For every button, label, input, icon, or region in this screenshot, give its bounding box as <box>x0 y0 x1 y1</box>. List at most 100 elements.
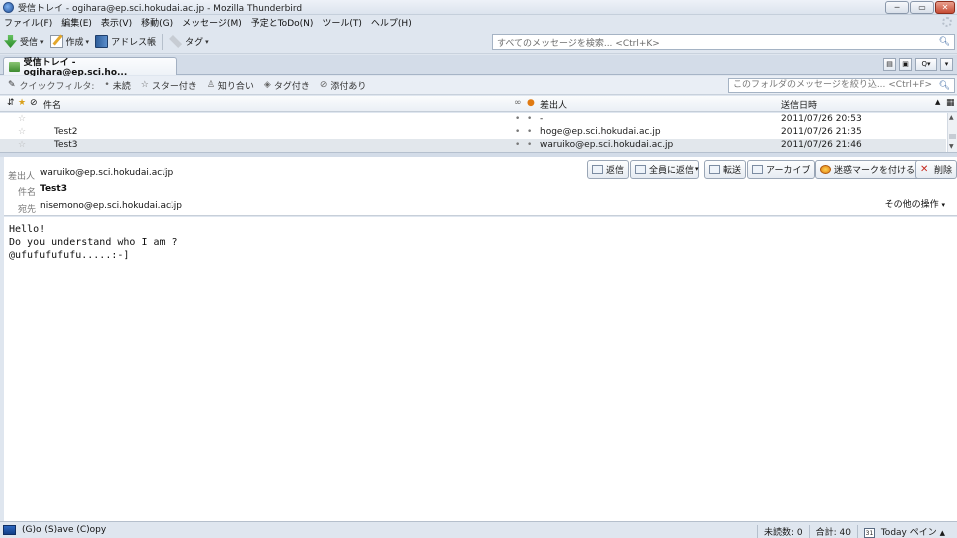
chevron-down-icon: ▾ <box>941 201 945 209</box>
archive-label: アーカイブ <box>766 166 811 176</box>
read-dot-icon[interactable]: • <box>515 140 520 150</box>
window-controls: ─ ▭ ✕ <box>885 1 955 14</box>
menu-tools[interactable]: ツール(T) <box>322 16 362 29</box>
attachment-column-icon[interactable]: ⊘ <box>30 98 38 108</box>
download-arrow-icon <box>4 35 17 48</box>
reply-button[interactable]: 返信 <box>587 160 630 179</box>
table-row-selected[interactable]: ☆ Test3 • • waruiko@ep.sci.hokudai.ac.jp… <box>0 139 946 152</box>
junk-dot-icon[interactable]: • <box>527 127 532 137</box>
filter-icon[interactable]: ✎ <box>8 80 16 90</box>
global-search-input[interactable]: すべてのメッセージを検索... <Ctrl+K> 🔍︎ <box>492 34 955 50</box>
junk-dot-icon[interactable]: • <box>527 114 532 124</box>
delete-label: 削除 <box>934 166 953 176</box>
mark-junk-label: 迷惑マークを付ける <box>834 166 916 176</box>
tab-list-chevron-icon[interactable]: ▾ <box>940 58 953 71</box>
today-pane-toggle[interactable]: 31 Today ペイン ▲ <box>856 525 951 538</box>
add-contact-star-icon[interactable]: ☆ <box>168 200 176 210</box>
menu-go[interactable]: 移動(G) <box>141 16 173 29</box>
reply-all-button[interactable]: 全員に返信 <box>630 160 700 179</box>
star-column-icon[interactable]: ★ <box>18 98 26 108</box>
scroll-up-icon[interactable]: ▲ <box>949 114 954 121</box>
junk-flame-icon <box>820 165 831 174</box>
archive-button[interactable]: アーカイブ <box>747 160 816 179</box>
thread-scrollbar[interactable]: ▲ ▼ <box>947 113 957 152</box>
thunderbird-icon <box>3 1 14 13</box>
add-contact-star-icon[interactable]: ☆ <box>161 167 169 177</box>
scrollbar-thumb[interactable] <box>949 134 956 139</box>
chevron-down-icon[interactable]: ▾ <box>40 38 44 46</box>
menu-help[interactable]: ヘルプ(H) <box>371 16 412 29</box>
chevron-down-icon[interactable]: ▾ <box>86 38 90 46</box>
minimize-button[interactable]: ─ <box>885 1 909 14</box>
menu-edit[interactable]: 編集(E) <box>61 16 92 29</box>
row-date: 2011/07/26 21:35 <box>781 127 862 137</box>
filter-contact[interactable]: ♙ 知り合い <box>207 79 254 92</box>
chevron-down-icon: ▾ <box>205 37 209 46</box>
menu-view[interactable]: 表示(V) <box>101 16 132 29</box>
tag-button[interactable]: タグ ▾ <box>169 35 209 48</box>
menu-message[interactable]: メッセージ(M) <box>182 16 242 29</box>
subject-column-header[interactable]: 件名 <box>43 98 61 111</box>
global-search-placeholder: すべてのメッセージを検索... <Ctrl+K> <box>497 38 660 49</box>
write-button[interactable]: 作成 ▾ <box>49 35 90 48</box>
more-actions-button[interactable]: その他の操作 ▾ <box>885 197 945 210</box>
star-icon[interactable]: ☆ <box>18 140 26 150</box>
quick-filter-label: クイックフィルタ: <box>19 81 95 92</box>
filter-attachment[interactable]: ⊘ 添付あり <box>320 79 367 92</box>
table-row[interactable]: ☆ Test2 • • hoge@ep.sci.hokudai.ac.jp 20… <box>0 126 946 139</box>
search-icon[interactable]: 🔍︎ <box>939 80 950 93</box>
menu-events-tasks[interactable]: 予定とToDo(N) <box>251 16 314 29</box>
tab-inbox[interactable]: 受信トレイ - ogihara@ep.sci.ho... <box>3 57 177 78</box>
star-icon[interactable]: ☆ <box>18 114 26 124</box>
message-view-icon[interactable]: ▤ <box>883 58 896 71</box>
star-icon: ☆ <box>140 80 149 90</box>
maximize-button[interactable]: ▭ <box>910 1 934 14</box>
star-icon[interactable]: ☆ <box>18 127 26 137</box>
expand-up-icon: ▲ <box>939 529 945 537</box>
read-dot-icon[interactable]: • <box>515 114 520 124</box>
more-actions-label: その他の操作 <box>884 200 939 210</box>
unread-count: 未読数: 0 <box>756 525 809 538</box>
junk-column-icon[interactable]: ● <box>527 98 535 108</box>
to-address[interactable]: nisemono@ep.sci.hokudai.ac.jp <box>40 201 182 211</box>
folder-filter-placeholder: このフォルダのメッセージを絞り込... <Ctrl+F> <box>733 80 933 90</box>
read-dot-icon[interactable]: • <box>515 127 520 137</box>
column-picker-icon[interactable]: ▦ <box>946 98 955 108</box>
thread-column-icon[interactable]: ⇵ <box>7 98 15 108</box>
menu-bar: ファイル(F) 編集(E) 表示(V) 移動(G) メッセージ(M) 予定とTo… <box>0 15 957 30</box>
row-sender: hoge@ep.sci.hokudai.ac.jp <box>540 127 661 137</box>
mark-junk-button[interactable]: 迷惑マークを付ける <box>815 160 921 179</box>
tab-strip-controls: ▤ ▣ Q▾ ▾ <box>883 58 953 71</box>
close-button[interactable]: ✕ <box>935 1 955 14</box>
address-book-button[interactable]: アドレス帳 <box>95 35 156 48</box>
menu-file[interactable]: ファイル(F) <box>4 16 52 29</box>
search-menu-button[interactable]: Q▾ <box>915 58 937 71</box>
row-date: 2011/07/26 20:53 <box>781 114 862 124</box>
status-right: 未読数: 0 合計: 40 31 Today ペイン ▲ <box>756 525 951 538</box>
pencil-icon <box>49 35 63 48</box>
forward-label: 転送 <box>723 166 742 176</box>
network-status-icon[interactable] <box>3 525 16 535</box>
inbox-icon <box>9 61 20 72</box>
folder-filter-input[interactable]: このフォルダのメッセージを絞り込... <Ctrl+F> 🔍︎ <box>728 78 955 93</box>
search-icon[interactable]: 🔍︎ <box>939 37 950 47</box>
get-messages-button[interactable]: 受信 ▾ <box>4 35 44 48</box>
clipboard-icon[interactable]: ▣ <box>899 58 912 71</box>
from-address[interactable]: waruiko@ep.sci.hokudai.ac.jp <box>40 168 173 178</box>
forward-button[interactable]: 転送 <box>704 160 747 179</box>
read-column-icon[interactable]: ∞ <box>514 98 522 108</box>
address-book-icon <box>95 35 109 48</box>
table-row[interactable]: ☆ • • - 2011/07/26 20:53 <box>0 113 946 126</box>
delete-button[interactable]: ✕ 削除 <box>915 160 957 179</box>
scroll-down-icon[interactable]: ▼ <box>949 143 954 150</box>
filter-starred[interactable]: ☆ スター付き <box>141 79 197 92</box>
junk-dot-icon[interactable]: • <box>527 140 532 150</box>
filter-unread[interactable]: • 未読 <box>104 79 130 92</box>
filter-tagged[interactable]: ◈ タグ付き <box>264 79 310 92</box>
sender-column-header[interactable]: 差出人 <box>540 98 567 111</box>
tag-icon <box>169 35 183 48</box>
date-column-header[interactable]: 送信日時 <box>781 98 817 111</box>
sort-ascending-icon[interactable]: ▲ <box>935 98 940 106</box>
reply-all-chevron-down-icon[interactable]: ▾ <box>695 165 699 173</box>
body-line: @ufufufufufu.....:-] <box>9 250 130 261</box>
